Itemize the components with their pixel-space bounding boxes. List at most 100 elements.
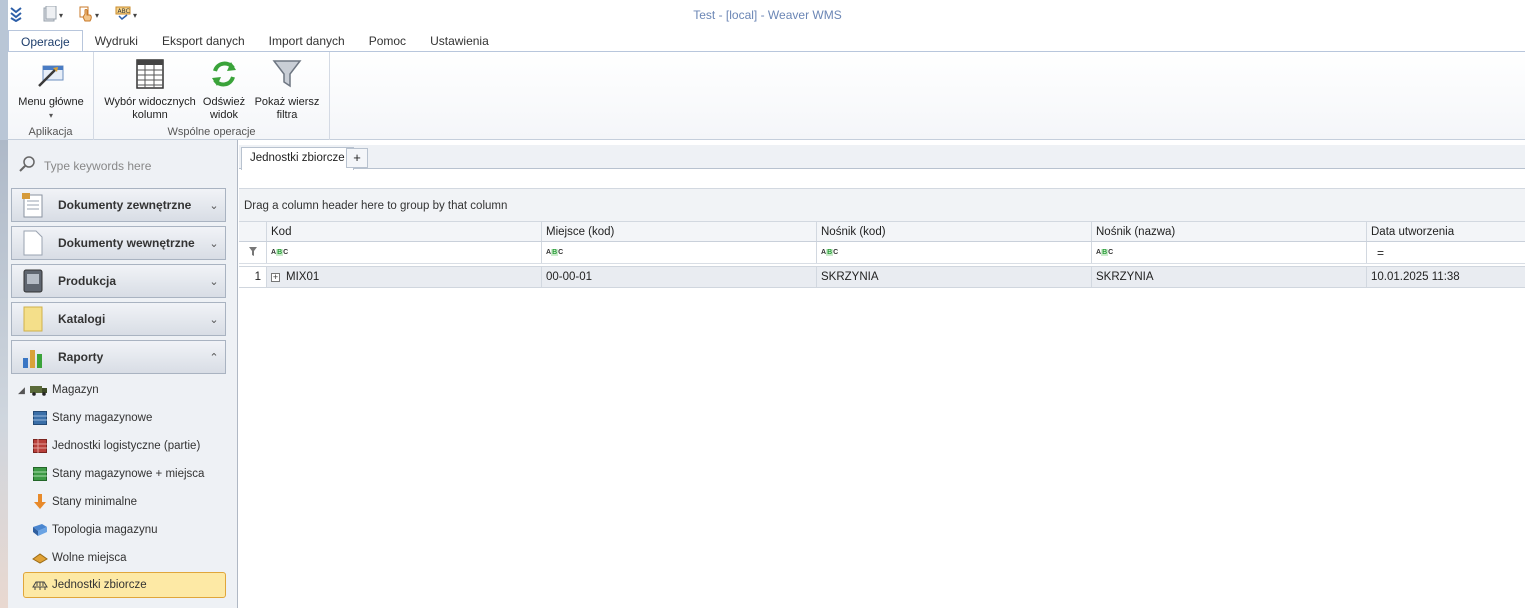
filter-cell-nosnik-nazwa[interactable]: ABC (1092, 242, 1367, 263)
column-header-data-utworzenia[interactable]: Data utworzenia (1367, 222, 1525, 241)
filter-icon (248, 246, 257, 259)
visible-columns-label: Wybór widocznych kolumn (104, 96, 196, 121)
visible-columns-button[interactable]: Wybór widocznych kolumn (102, 56, 198, 122)
cell-miejsce-kod[interactable]: 00-00-01 (542, 267, 817, 287)
chevron-down-icon: ⌄ (209, 199, 219, 212)
tree-item-label: Stany minimalne (52, 496, 138, 508)
tree-item-label: Wolne miejsca (52, 552, 127, 564)
tree-item-stany-magazynowe[interactable]: Stany magazynowe (32, 407, 152, 429)
filter-cell-nosnik-kod[interactable]: ABC (817, 242, 1092, 263)
chevron-down-icon: ⌄ (209, 237, 219, 250)
pallet-icon (32, 577, 48, 593)
tree-item-topologia-magazynu[interactable]: Topologia magazynu (32, 519, 158, 541)
window-edge (0, 140, 8, 608)
tree-node-magazyn[interactable]: ◢ Magazyn (18, 379, 99, 401)
group-label-aplikacja: Aplikacja (28, 126, 73, 138)
nav-group-label: Dokumenty wewnętrzne (58, 236, 195, 250)
row-indicator-header (239, 222, 267, 241)
text-filter-icon: ABC (821, 249, 839, 256)
text-filter-icon: ABC (1096, 249, 1114, 256)
search-placeholder: Type keywords here (44, 158, 152, 173)
tree-item-label: Jednostki zbiorcze (52, 579, 147, 591)
main-menu-button[interactable]: Menu główne ▾ (14, 56, 88, 122)
production-icon (20, 268, 46, 294)
reports-icon (20, 344, 46, 370)
topology-icon (32, 522, 48, 538)
filter-row-indicator (239, 242, 267, 263)
text-filter-icon: ABC (271, 249, 289, 256)
nav-group-label: Dokumenty zewnętrzne (58, 198, 192, 212)
title-bar: ▾ ▾ ABC ▾ Test - [local] - Weaver WMS (0, 0, 1525, 30)
nav-group-raporty[interactable]: Raporty ⌃ (11, 340, 226, 374)
collapse-arrow-icon: ◢ (18, 384, 25, 395)
filter-cell-kod[interactable]: ABC (267, 242, 542, 263)
report-red-icon (32, 438, 48, 454)
main-menu-label: Menu główne (18, 96, 84, 108)
cell-kod-value: MIX01 (286, 271, 320, 283)
tree-item-label: Topologia magazynu (52, 524, 158, 536)
tree-item-jednostki-zbiorcze[interactable]: Jednostki zbiorcze (23, 572, 226, 598)
columns-icon (132, 56, 168, 92)
nav-search[interactable]: Type keywords here (18, 155, 151, 176)
window-edge (0, 0, 8, 140)
tree-item-label: Stany magazynowe + miejsca (52, 468, 205, 480)
cell-nosnik-nazwa[interactable]: SKRZYNIA (1092, 267, 1367, 287)
cell-data-utworzenia[interactable]: 10.01.2025 11:38 (1367, 267, 1525, 287)
warehouse-truck-icon (30, 382, 48, 398)
cell-kod[interactable]: + MIX01 (267, 267, 542, 287)
add-tab-button[interactable]: + (346, 148, 368, 168)
filter-row: ABC ABC ABC ABC = (239, 242, 1525, 264)
tree-item-label: Stany magazynowe (52, 412, 153, 424)
grid-header: Kod Miejsce (kod) Nośnik (kod) Nośnik (n… (239, 222, 1525, 242)
filter-cell-miejsce-kod[interactable]: ABC (542, 242, 817, 263)
tree-item-jednostki-logistyczne[interactable]: Jednostki logistyczne (partie) (32, 435, 200, 457)
tree-item-stany-minimalne[interactable]: Stany minimalne (32, 491, 137, 513)
tab-ustawienia[interactable]: Ustawienia (418, 30, 501, 52)
column-header-nosnik-kod[interactable]: Nośnik (kod) (817, 222, 1092, 241)
content-area: Jednostki zbiorcze + Drag a column heade… (239, 145, 1525, 608)
nav-group-dokumenty-wewnetrzne[interactable]: Dokumenty wewnętrzne ⌄ (11, 226, 226, 260)
cell-nosnik-kod[interactable]: SKRZYNIA (817, 267, 1092, 287)
catalogs-icon (20, 306, 46, 332)
tab-jednostki-zbiorcze[interactable]: Jednostki zbiorcze (241, 147, 354, 170)
report-blue-icon (32, 410, 48, 426)
chevron-down-icon: ▾ (48, 111, 53, 120)
refresh-view-button[interactable]: Odśwież widok (202, 56, 246, 122)
ribbon: Menu główne ▾ Aplikacja Wybór widocznych… (8, 52, 1525, 140)
tree-item-stany-magazynowe-miejsca[interactable]: Stany magazynowe + miejsca (32, 463, 204, 485)
nav-group-dokumenty-zewnetrzne[interactable]: Dokumenty zewnętrzne ⌄ (11, 188, 226, 222)
filter-cell-data-utworzenia[interactable]: = (1367, 242, 1525, 263)
tree-item-label: Jednostki logistyczne (partie) (52, 440, 201, 452)
ribbon-tabs: Operacje Wydruki Eksport danych Import d… (8, 30, 501, 52)
column-header-miejsce-kod[interactable]: Miejsce (kod) (542, 222, 817, 241)
arrow-down-icon (32, 494, 48, 510)
ribbon-group-wspolne-operacje: Wybór widocznych kolumn Odśwież widok Po… (94, 52, 330, 140)
nav-group-katalogi[interactable]: Katalogi ⌄ (11, 302, 226, 336)
filter-icon (269, 56, 305, 92)
tab-eksport-danych[interactable]: Eksport danych (150, 30, 257, 52)
tree-item-wolne-miejsca[interactable]: Wolne miejsca (32, 547, 127, 569)
chevron-up-icon: ⌃ (209, 351, 219, 364)
column-header-nosnik-nazwa[interactable]: Nośnik (nazwa) (1092, 222, 1367, 241)
nav-group-label: Produkcja (58, 274, 117, 288)
internal-docs-icon (20, 230, 46, 256)
tab-import-danych[interactable]: Import danych (257, 30, 357, 52)
table-row[interactable]: 1 + MIX01 00-00-01 SKRZYNIA SKRZYNIA 10.… (239, 266, 1525, 288)
tab-pomoc[interactable]: Pomoc (357, 30, 418, 52)
main-menu-icon (33, 56, 69, 92)
refresh-icon (206, 56, 242, 92)
row-number: 1 (239, 267, 267, 287)
free-space-icon (32, 550, 48, 566)
expand-row-icon[interactable]: + (271, 272, 280, 282)
nav-group-produkcja[interactable]: Produkcja ⌄ (11, 264, 226, 298)
tab-wydruki[interactable]: Wydruki (83, 30, 150, 52)
external-docs-icon (20, 192, 46, 218)
column-header-kod[interactable]: Kod (267, 222, 542, 241)
tab-operacje[interactable]: Operacje (8, 30, 83, 52)
nav-group-label: Katalogi (58, 312, 106, 326)
text-filter-icon: ABC (546, 249, 564, 256)
show-filter-row-button[interactable]: Pokaż wiersz filtra (250, 56, 324, 122)
ribbon-group-aplikacja: Menu główne ▾ Aplikacja (8, 52, 94, 140)
group-by-panel[interactable]: Drag a column header here to group by th… (239, 188, 1525, 222)
document-tabs: Jednostki zbiorcze + (239, 145, 1525, 170)
